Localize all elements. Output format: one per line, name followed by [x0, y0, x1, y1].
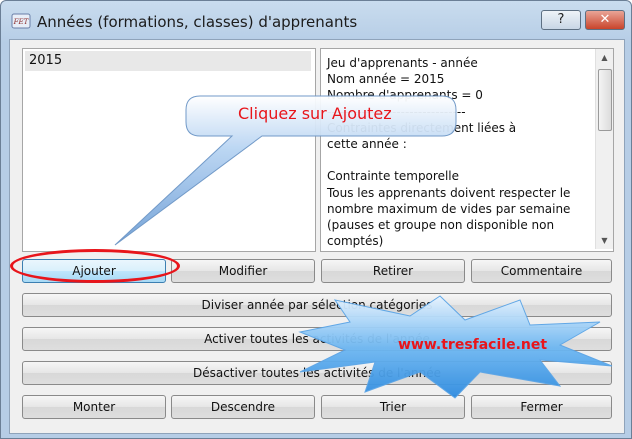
scroll-down-icon[interactable]: ▼ — [596, 232, 613, 249]
years-list[interactable]: 2015 — [22, 48, 316, 252]
move-down-button[interactable]: Descendre — [171, 395, 315, 419]
move-up-button[interactable]: Monter — [22, 395, 166, 419]
title-bar[interactable]: FET Années (formations, classes) d'appre… — [1, 1, 631, 43]
close-icon[interactable]: ✕ — [585, 10, 625, 30]
help-button[interactable]: ? — [541, 10, 581, 30]
year-info-text: Jeu d'apprenants - année Nom année = 201… — [327, 56, 571, 251]
dialog-window: FET Années (formations, classes) d'appre… — [0, 0, 632, 439]
watermark-text: www.tresfacile.net — [398, 337, 548, 353]
info-scrollbar[interactable]: ▲ ▼ — [595, 49, 613, 249]
modify-button[interactable]: Modifier — [171, 259, 315, 283]
sort-button[interactable]: Trier — [321, 395, 465, 419]
svg-text:FET: FET — [13, 18, 30, 26]
comment-button[interactable]: Commentaire — [471, 259, 612, 283]
fet-logo-icon: FET — [11, 13, 31, 29]
divide-year-button[interactable]: Diviser année par sélection catégories — [22, 293, 612, 317]
dialog-client-area: 2015 Jeu d'apprenants - année Nom année … — [9, 39, 625, 434]
scroll-up-icon[interactable]: ▲ — [596, 49, 613, 66]
close-button[interactable]: Fermer — [471, 395, 612, 419]
deactivate-all-button[interactable]: Désactiver toutes les activités de l'ann… — [22, 361, 612, 385]
year-info-panel[interactable]: Jeu d'apprenants - année Nom année = 201… — [320, 48, 614, 252]
remove-button[interactable]: Retirer — [321, 259, 465, 283]
callout-text: Cliquez sur Ajoutez — [238, 104, 392, 123]
list-item[interactable]: 2015 — [25, 51, 311, 71]
scroll-thumb[interactable] — [598, 69, 612, 131]
highlight-ring — [10, 249, 180, 283]
window-title: Années (formations, classes) d'apprenant… — [37, 13, 358, 31]
